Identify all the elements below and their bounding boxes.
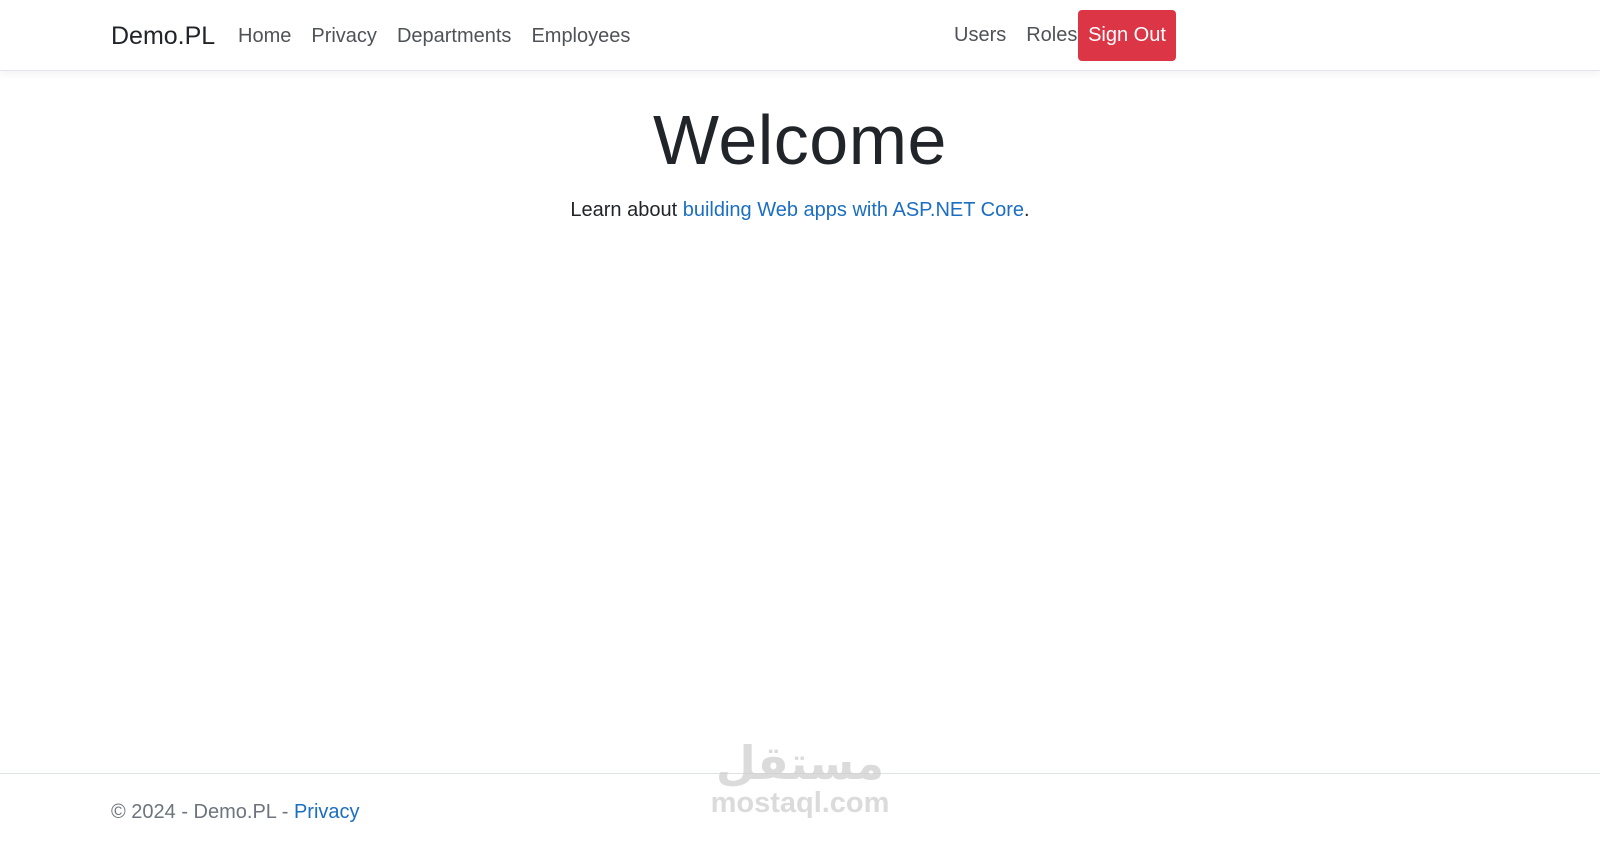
top-navbar: Demo.PL Home Privacy Departments Employe… bbox=[0, 0, 1600, 71]
nav-link-employees[interactable]: Employees bbox=[531, 25, 630, 48]
watermark-logo: مستقل bbox=[715, 736, 885, 790]
lead-suffix: . bbox=[1024, 199, 1030, 221]
copyright-text: © 2024 - Demo.PL - bbox=[111, 801, 294, 823]
nav-link-home[interactable]: Home bbox=[238, 25, 291, 48]
account-nav: Users Roles bbox=[954, 24, 1097, 47]
nav-link-users[interactable]: Users bbox=[954, 24, 1006, 47]
lead-prefix: Learn about bbox=[570, 199, 683, 221]
footer-privacy-link[interactable]: Privacy bbox=[294, 801, 360, 823]
nav-link-privacy[interactable]: Privacy bbox=[311, 25, 377, 48]
brand-link[interactable]: Demo.PL bbox=[111, 22, 215, 51]
main-nav: Home Privacy Departments Employees bbox=[238, 25, 650, 48]
footer-text: © 2024 - Demo.PL - Privacy bbox=[111, 801, 360, 824]
main-content: Welcome Learn about building Web apps wi… bbox=[0, 90, 1600, 222]
watermark-domain: mostaql.com bbox=[710, 787, 890, 819]
page-title: Welcome bbox=[653, 101, 947, 179]
nav-link-departments[interactable]: Departments bbox=[397, 25, 512, 48]
sign-out-button[interactable]: Sign Out bbox=[1078, 10, 1176, 61]
aspnet-docs-link[interactable]: building Web apps with ASP.NET Core bbox=[683, 199, 1024, 221]
nav-link-roles[interactable]: Roles bbox=[1026, 24, 1077, 47]
watermark: مستقل mostaql.com bbox=[700, 738, 900, 828]
lead-text: Learn about building Web apps with ASP.N… bbox=[0, 199, 1600, 222]
